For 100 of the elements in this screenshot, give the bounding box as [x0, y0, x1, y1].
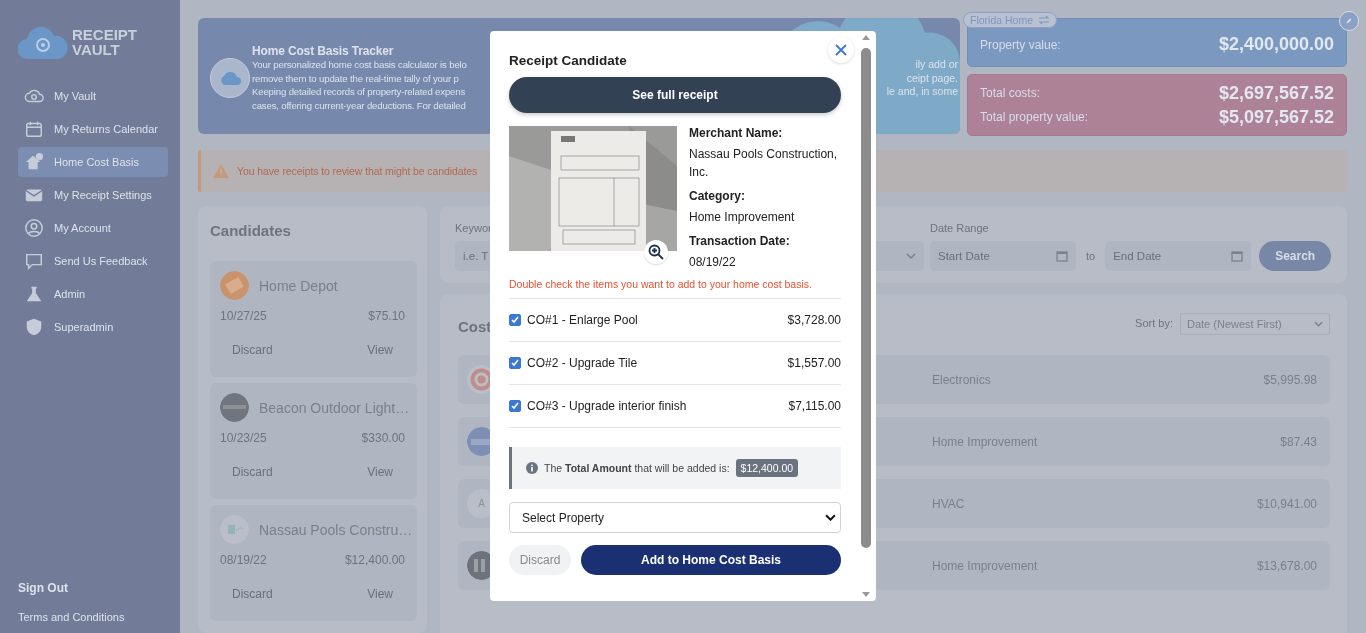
nav-icon — [24, 119, 44, 139]
value-label: Property value: — [980, 37, 1061, 52]
total-amount: $2,697,567.52 — [1218, 82, 1334, 104]
field-value: Home Improvement — [689, 209, 796, 226]
receipt-amount: $12,400.00 — [344, 553, 405, 567]
discard-button[interactable]: Discard — [232, 461, 273, 483]
field-value: 08/19/22 — [689, 254, 737, 271]
store-logo-icon — [220, 515, 249, 544]
merchant-name: Home Depot — [259, 277, 338, 294]
cloud-icon — [219, 71, 241, 85]
calendar-icon — [1231, 250, 1244, 262]
cost-amount: $87.43 — [1279, 434, 1317, 449]
view-button[interactable]: View — [367, 583, 393, 605]
add-button[interactable]: Add to Home Cost Basis — [581, 545, 841, 575]
banner-text: remove them to update the real-time tally of your p — [252, 71, 460, 85]
see-receipt-button[interactable]: See full receipt — [509, 77, 841, 113]
chevron-down-icon — [906, 253, 916, 259]
receipt-amount: $330.00 — [361, 431, 405, 445]
scroll-bar[interactable] — [860, 33, 872, 599]
close-button[interactable] — [828, 37, 854, 63]
chevron-down-icon — [825, 514, 836, 521]
logo-text: VAULT — [72, 42, 121, 57]
end-date-field[interactable]: End Date — [1105, 241, 1252, 271]
cost-amount: $13,678.00 — [1255, 558, 1317, 573]
sidebar-item[interactable]: Admin — [18, 279, 168, 309]
checkbox[interactable] — [509, 400, 521, 412]
cost-amount: $10,941.00 — [1255, 496, 1317, 511]
sidebar-item[interactable]: Home Cost Basis — [18, 147, 168, 177]
search-button[interactable]: Search — [1259, 241, 1332, 271]
total-amount: $5,097,567.52 — [1218, 106, 1334, 128]
field-label: Category: — [689, 189, 746, 203]
cloud-logo-icon — [18, 25, 68, 59]
nav-icon — [24, 284, 44, 304]
field-label: Keywor — [455, 222, 493, 236]
banner-text: Your personalized home cost basis calculator is belo — [252, 58, 468, 72]
banner-text: ceipt page. — [905, 71, 958, 85]
sign-out-link[interactable]: Sign Out — [18, 581, 180, 595]
banner-title: Home Cost Basis Tracker — [252, 44, 395, 58]
warning-icon — [213, 164, 229, 178]
sidebar-item[interactable]: My Vault — [18, 81, 168, 111]
sidebar-item[interactable]: My Returns Calendar — [18, 114, 168, 144]
close-icon — [835, 44, 847, 56]
alert-text: You have receipts to review that might be candidates — [237, 165, 478, 177]
checkbox[interactable] — [509, 357, 521, 369]
calendar-icon — [1056, 250, 1068, 262]
banner-text: le and, in some — [885, 85, 958, 99]
chevron-down-icon — [1314, 320, 1323, 327]
field-label: Transaction Date: — [689, 234, 791, 248]
view-button[interactable]: View — [367, 339, 393, 361]
logo-text: RECEIPT — [72, 27, 137, 42]
checkbox[interactable] — [509, 314, 521, 326]
property-tag[interactable]: Florida Home — [963, 12, 1058, 28]
panel-title: Cost — [458, 318, 492, 335]
store-logo-icon — [220, 271, 249, 300]
field-value: Nassau Pools Construction, Inc. — [689, 146, 839, 181]
view-button[interactable]: View — [367, 461, 393, 483]
start-date-field[interactable]: Start Date — [930, 241, 1076, 271]
sort-label: Sort by: — [1135, 316, 1173, 331]
zoom-in-icon — [648, 244, 664, 260]
panel-title: Candidates — [210, 222, 292, 239]
total-label: Total property value: — [980, 110, 1089, 124]
discard-button[interactable]: Discard — [232, 339, 273, 361]
receipt-date: 08/19/22 — [220, 553, 267, 567]
sidebar-item[interactable]: Send Us Feedback — [18, 246, 168, 276]
terms-link[interactable]: Terms and Conditions — [18, 611, 180, 623]
item-name: CO#2 - Upgrade Tile — [527, 356, 639, 370]
value-amount: $2,400,000.00 — [1218, 34, 1334, 55]
hint-text: Double check the items you want to add to your home cost basis. — [509, 278, 841, 299]
item-amount: $1,557.00 — [787, 356, 841, 370]
swap-icon — [1038, 15, 1051, 25]
merchant-name: Nassau Pools Constru… — [259, 521, 413, 538]
zoom-in-button[interactable] — [644, 240, 668, 264]
receipt-amount: $75.10 — [368, 309, 405, 323]
category-text: HVAC — [932, 496, 966, 511]
sidebar-item[interactable]: My Receipt Settings — [18, 180, 168, 210]
nav-icon — [24, 251, 44, 271]
category-text: Home Improvement — [932, 558, 1039, 573]
nav-icon — [24, 218, 44, 238]
nav-icon — [24, 317, 44, 337]
cost-amount: $5,995.98 — [1262, 372, 1317, 387]
sidebar-item[interactable]: Superadmin — [18, 312, 168, 342]
banner-text: cases, offering current-year deductions. For detailed — [252, 98, 467, 112]
category-text: Electronics — [932, 372, 992, 387]
dialog-title: Receipt Candidate — [509, 53, 628, 68]
discard-button[interactable]: Discard — [509, 545, 571, 575]
sort-dropdown[interactable]: Date (Newest First) — [1180, 312, 1330, 335]
total-amount: $12,400.00 — [735, 459, 799, 477]
field-label: Merchant Name: — [689, 126, 784, 140]
discard-button[interactable]: Discard — [232, 583, 273, 605]
property-dropdown[interactable]: Select Property — [509, 502, 841, 533]
item-amount: $3,728.00 — [787, 313, 841, 327]
item-name: CO#1 - Enlarge Pool — [527, 313, 639, 327]
sidebar-item[interactable]: My Account — [18, 213, 168, 243]
range-separator: to — [1085, 249, 1097, 264]
receipt-date: 10/27/25 — [220, 309, 267, 323]
merchant-name: Beacon Outdoor Light… — [259, 399, 410, 416]
field-label: Date Range — [930, 222, 990, 236]
category-text: Home Improvement — [932, 434, 1039, 449]
banner-text: ily add or — [914, 58, 958, 72]
store-logo-icon — [220, 393, 249, 422]
